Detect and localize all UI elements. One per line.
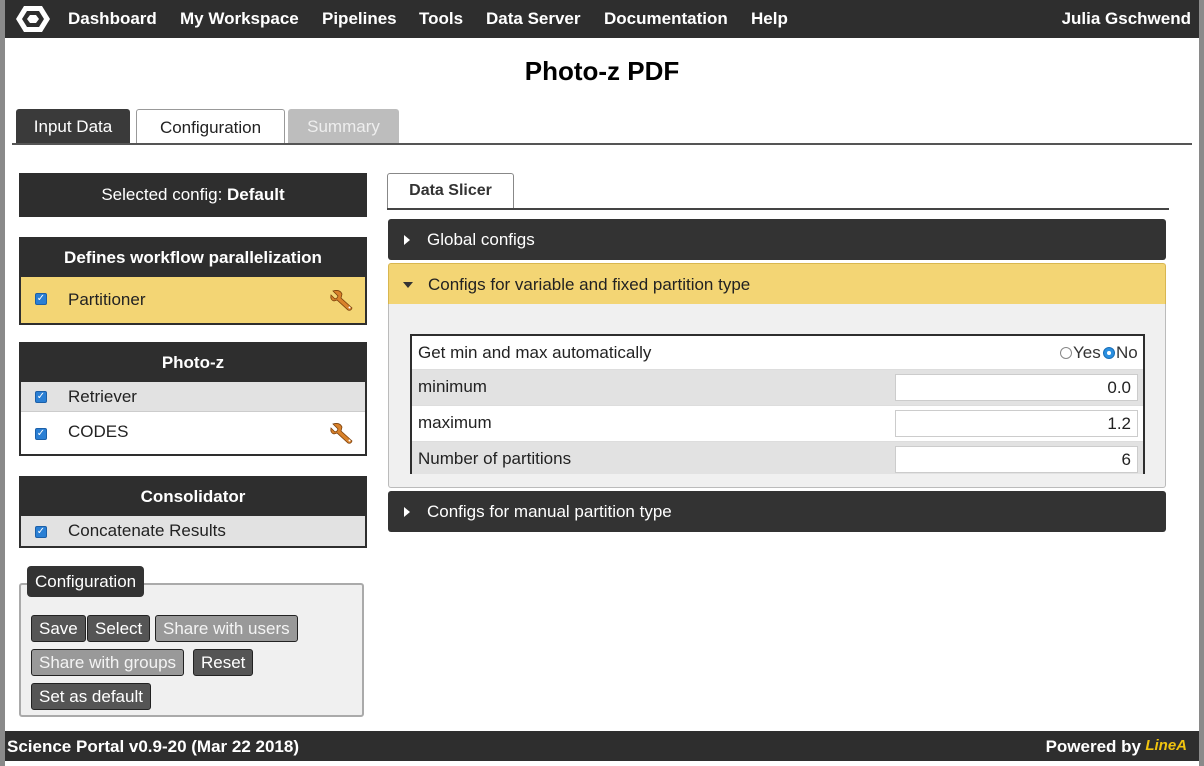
tab-summary[interactable]: Summary — [288, 109, 399, 144]
caret-right-icon — [404, 507, 410, 517]
partitions-label: Number of partitions — [418, 449, 572, 468]
row-partitions: Number of partitions — [412, 442, 1143, 474]
auto-minmax-label: Get min and max automatically — [418, 343, 652, 362]
accordion-global-configs[interactable]: Global configs — [388, 219, 1166, 260]
tab-data-slicer[interactable]: Data Slicer — [387, 173, 514, 209]
configuration-legend: Configuration — [27, 566, 145, 597]
save-button[interactable]: Save — [31, 615, 86, 642]
app-window: Dashboard My Workspace Pipelines Tools D… — [5, 0, 1199, 766]
group-title: Defines workflow parallelization — [21, 239, 365, 277]
item-label: Retriever — [68, 387, 137, 406]
nav-pipelines[interactable]: Pipelines — [322, 9, 397, 29]
item-label: Partitioner — [68, 290, 146, 309]
nav-documentation[interactable]: Documentation — [604, 9, 728, 29]
list-item-concatenate-results[interactable]: ✓ Concatenate Results — [21, 516, 365, 546]
accordion-label: Configs for manual partition type — [427, 502, 672, 521]
tab-input-data[interactable]: Input Data — [16, 109, 130, 144]
checkbox-retriever[interactable]: ✓ — [35, 391, 47, 403]
share-with-users-button[interactable]: Share with users — [155, 615, 298, 642]
partitions-input[interactable] — [895, 446, 1138, 473]
nav-tools[interactable]: Tools — [419, 9, 463, 29]
selected-config-banner: Selected config: Default — [19, 173, 367, 217]
share-with-groups-button[interactable]: Share with groups — [31, 649, 185, 676]
wrench-icon[interactable] — [329, 421, 353, 445]
maximum-label: maximum — [418, 413, 492, 432]
nav-my-workspace[interactable]: My Workspace — [180, 9, 299, 29]
group-consolidator: Consolidator ✓ Concatenate Results — [19, 476, 367, 548]
wrench-icon[interactable] — [329, 288, 353, 312]
checkbox-partitioner[interactable]: ✓ — [35, 293, 47, 305]
portal-logo-icon[interactable] — [15, 4, 51, 34]
list-item-retriever[interactable]: ✓ Retriever — [21, 382, 365, 411]
group-parallelization: Defines workflow parallelization ✓ Parti… — [19, 237, 367, 325]
set-as-default-button[interactable]: Set as default — [31, 683, 151, 710]
top-navbar: Dashboard My Workspace Pipelines Tools D… — [5, 0, 1199, 38]
radio-yes[interactable] — [1060, 347, 1072, 359]
nav-help[interactable]: Help — [751, 9, 788, 29]
minimum-label: minimum — [418, 377, 487, 396]
partition-fields-table: Get min and max automatically Yes No min… — [410, 334, 1145, 474]
selected-config-prefix: Selected config: — [101, 185, 223, 204]
nav-data-server[interactable]: Data Server — [486, 9, 581, 29]
group-title: Consolidator — [21, 478, 365, 516]
radio-no[interactable] — [1103, 347, 1115, 359]
version-text: Science Portal v0.9-20 (Mar 22 2018) — [7, 737, 299, 756]
tab-configuration[interactable]: Configuration — [136, 109, 285, 145]
caret-right-icon — [404, 235, 410, 245]
group-photo-z: Photo-z ✓ Retriever ✓ CODES — [19, 342, 367, 456]
accordion-label: Configs for variable and fixed partition… — [428, 275, 751, 294]
row-minimum: minimum — [412, 370, 1143, 406]
minimum-input[interactable] — [895, 374, 1138, 401]
caret-down-icon — [403, 282, 413, 288]
checkbox-concatenate-results[interactable]: ✓ — [35, 526, 47, 538]
maximum-input[interactable] — [895, 410, 1138, 437]
tab-divider — [12, 143, 1192, 145]
linea-logo: LineA — [1145, 737, 1187, 754]
accordion-label: Global configs — [427, 230, 535, 249]
accordion-manual-partition[interactable]: Configs for manual partition type — [388, 491, 1166, 532]
group-title: Photo-z — [21, 344, 365, 382]
footer: Science Portal v0.9-20 (Mar 22 2018) Pow… — [5, 731, 1199, 761]
list-item-codes[interactable]: ✓ CODES — [21, 411, 365, 454]
powered-by-text: Powered by — [1045, 737, 1141, 756]
radio-no-label: No — [1116, 343, 1138, 362]
user-menu[interactable]: Julia Gschwend — [1062, 9, 1191, 29]
item-label: Concatenate Results — [68, 521, 226, 540]
selected-config-value: Default — [227, 185, 285, 204]
nav-dashboard[interactable]: Dashboard — [68, 9, 157, 29]
accordion-variable-partition[interactable]: Configs for variable and fixed partition… — [388, 263, 1166, 304]
page-title: Photo-z PDF — [524, 56, 680, 86]
reset-button[interactable]: Reset — [193, 649, 254, 676]
row-maximum: maximum — [412, 406, 1143, 442]
subtab-divider — [387, 208, 1169, 210]
item-label: CODES — [68, 422, 129, 441]
checkbox-codes[interactable]: ✓ — [35, 428, 47, 440]
row-auto-minmax: Get min and max automatically Yes No — [412, 336, 1143, 370]
list-item-partitioner[interactable]: ✓ Partitioner — [21, 277, 365, 323]
radio-yes-label: Yes — [1073, 343, 1101, 362]
select-button[interactable]: Select — [87, 615, 151, 642]
